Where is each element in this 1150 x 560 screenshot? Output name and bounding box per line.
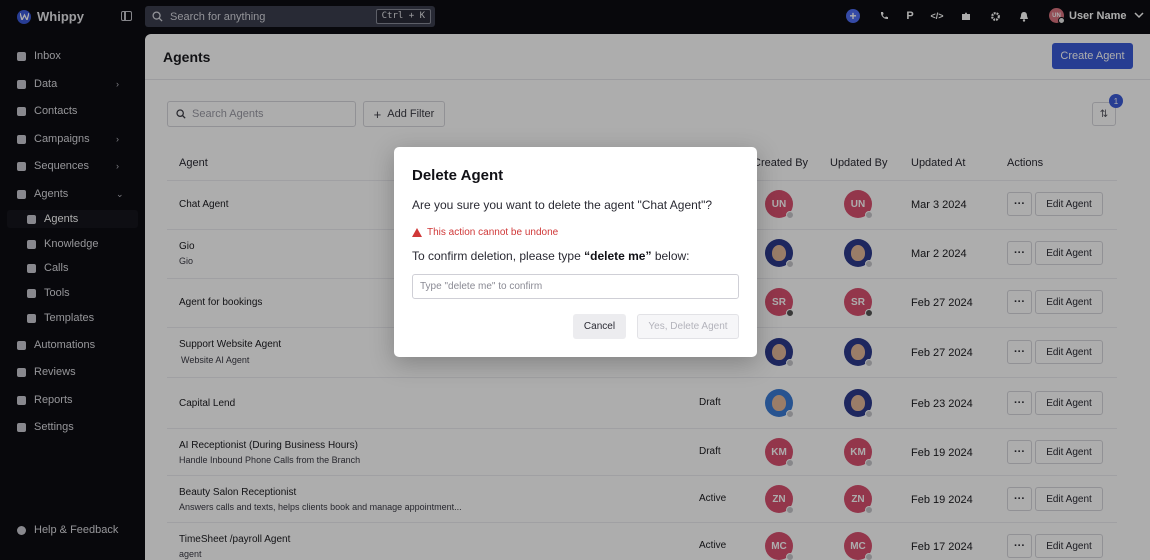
dialog-warning: This action cannot be undone xyxy=(412,227,558,238)
cancel-button[interactable]: Cancel xyxy=(573,314,626,339)
confirm-suffix: below: xyxy=(654,249,690,263)
confirm-instruction: To confirm deletion, please type “delete… xyxy=(412,249,690,263)
confirm-prefix: To confirm deletion, please type xyxy=(412,249,581,263)
confirm-phrase: “delete me” xyxy=(584,249,652,263)
delete-agent-dialog: Delete Agent Are you sure you want to de… xyxy=(394,147,757,357)
warning-icon xyxy=(412,228,422,237)
dialog-title: Delete Agent xyxy=(412,167,504,184)
confirm-delete-input[interactable] xyxy=(412,274,739,299)
dialog-question: Are you sure you want to delete the agen… xyxy=(412,198,713,212)
warning-text: This action cannot be undone xyxy=(427,227,559,238)
confirm-delete-button[interactable]: Yes, Delete Agent xyxy=(637,314,739,339)
